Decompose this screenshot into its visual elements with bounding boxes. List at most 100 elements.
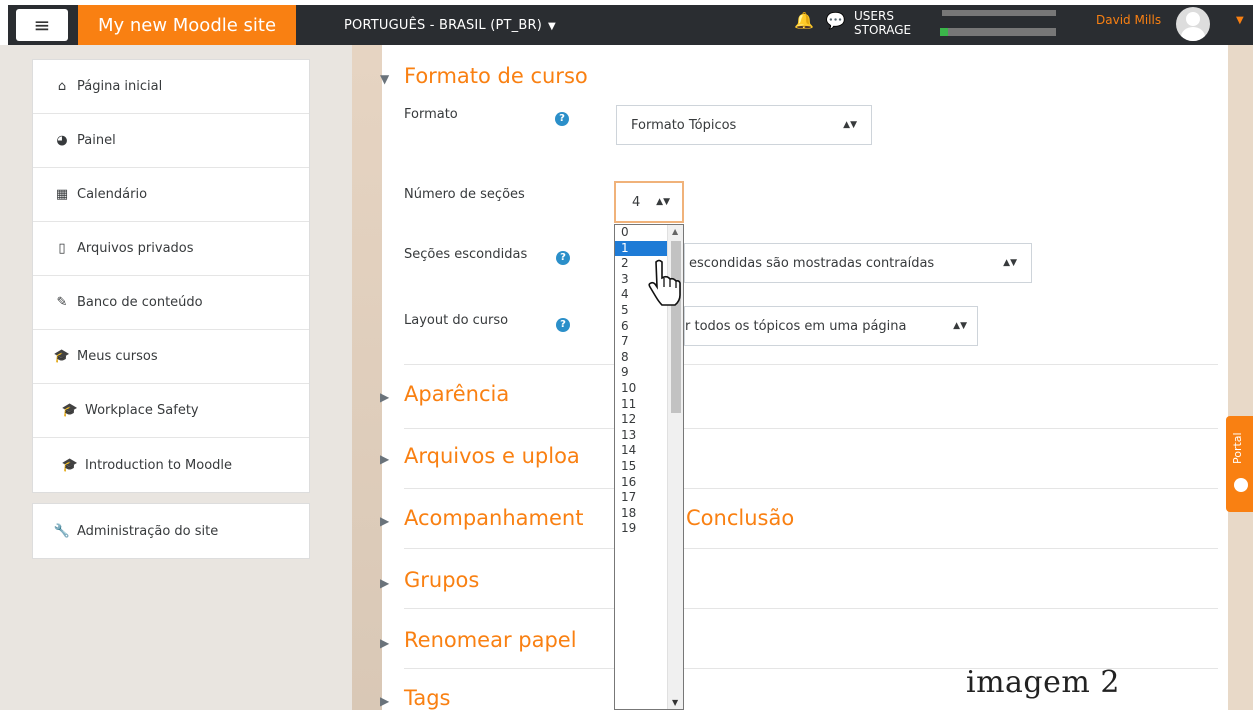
course-layout-select-value: r todos os tópicos em uma página [685, 318, 907, 334]
section-title: Formato de curso [404, 64, 588, 88]
section-rename-roles-toggle[interactable]: ▶ Renomear papel [380, 628, 577, 652]
triangle-right-icon: ▶ [380, 514, 390, 528]
section-completion-toggle[interactable]: ▶ Acompanhament [380, 506, 583, 530]
section-divider [404, 428, 1218, 429]
sidebar-item-label: Meus cursos [77, 349, 158, 364]
section-appearance-toggle[interactable]: ▶ Aparência [380, 382, 509, 406]
sections-select[interactable]: 4 ▲▼ [614, 181, 684, 223]
chat-bubble-icon[interactable]: 💬 [826, 11, 846, 30]
nav-drawer: ⌂ Página inicial ◕ Painel ▦ Calendário ▯ Arq… [32, 59, 310, 559]
scroll-down-icon[interactable]: ▼ [672, 698, 678, 707]
image-caption: imagem 2 [966, 665, 1120, 700]
format-select[interactable]: Formato Tópicos ▲▼ [616, 105, 872, 145]
sidebar-item-home[interactable]: ⌂ Página inicial [33, 60, 309, 114]
format-select-value: Formato Tópicos [631, 117, 737, 133]
file-icon: ▯ [58, 241, 66, 256]
nav-group-main: ⌂ Página inicial ◕ Painel ▦ Calendário ▯ Arq… [32, 59, 310, 493]
select-arrows-icon: ▲▼ [953, 321, 967, 331]
sidebar-item-intro-moodle[interactable]: 🎓 Introduction to Moodle [33, 438, 309, 492]
help-icon[interactable]: ? [555, 112, 569, 126]
hand-cursor-icon [648, 259, 681, 306]
graduation-cap-icon: 🎓 [61, 403, 79, 418]
section-title: Aparência [404, 382, 510, 406]
section-course-format-toggle[interactable]: ▼ Formato de curso [380, 64, 588, 88]
triangle-right-icon: ▶ [380, 390, 390, 404]
sections-label: Número de seções [404, 187, 525, 202]
sidebar-item-label: Administração do site [77, 523, 219, 539]
caret-down-icon: ▼ [547, 20, 556, 32]
nav-icons: 🔔 💬 [794, 11, 846, 30]
triangle-down-icon: ▼ [380, 72, 390, 86]
select-arrows-icon: ▲▼ [1003, 258, 1017, 268]
help-icon[interactable]: ? [556, 251, 570, 265]
top-navbar: ≡ My new Moodle site PORTUGUÊS - BRASIL … [8, 5, 1253, 45]
portal-icon [1234, 478, 1248, 492]
hamburger-icon[interactable]: ≡ [16, 9, 68, 41]
triangle-right-icon: ▶ [380, 452, 390, 466]
section-completion-tail: Conclusão [686, 506, 795, 530]
sidebar-item-private-files[interactable]: ▯ Arquivos privados [33, 222, 309, 276]
sidebar-item-label: Página inicial [77, 79, 163, 94]
scroll-up-icon[interactable]: ▲ [672, 227, 678, 236]
triangle-right-icon: ▶ [380, 636, 390, 650]
users-bar [942, 10, 1056, 16]
site-brand[interactable]: My new Moodle site [78, 5, 296, 45]
section-tags-toggle[interactable]: ▶ Tags [380, 686, 451, 710]
calendar-icon: ▦ [55, 187, 69, 202]
storage-label: STORAGE [854, 23, 912, 37]
help-icon[interactable]: ? [556, 318, 570, 332]
course-layout-select[interactable]: r todos os tópicos em uma página ▲▼ [684, 306, 978, 346]
users-label: USERS [854, 9, 894, 23]
section-title: Tags [404, 686, 451, 710]
graduation-cap-icon: 🎓 [53, 349, 71, 364]
sections-select-value: 4 [632, 194, 641, 210]
triangle-right-icon: ▶ [380, 694, 390, 708]
user-caret-icon[interactable]: ▼ [1236, 15, 1244, 26]
sidebar-item-workplace-safety[interactable]: 🎓 Workplace Safety [33, 384, 309, 438]
triangle-right-icon: ▶ [380, 576, 390, 590]
sidebar-item-label: Introduction to Moodle [85, 457, 233, 473]
sidebar-item-label: Workplace Safety [85, 403, 199, 418]
sidebar-item-label: Arquivos privados [77, 241, 194, 256]
portal-tab[interactable]: Portal [1226, 416, 1253, 512]
section-divider [404, 364, 1218, 365]
sidebar-item-my-courses[interactable]: 🎓 Meus cursos [33, 330, 309, 384]
section-title: Arquivos e uploa [404, 444, 580, 468]
brush-icon: ✎ [56, 295, 68, 310]
language-menu[interactable]: PORTUGUÊS - BRASIL (PT_BR) ▼ [344, 18, 556, 33]
section-files-toggle[interactable]: ▶ Arquivos e uploa [380, 444, 580, 468]
section-groups-toggle[interactable]: ▶ Grupos [380, 568, 479, 592]
select-arrows-icon: ▲▼ [656, 197, 670, 207]
course-layout-label: Layout do curso [404, 313, 509, 328]
sidebar-item-label: Calendário [77, 187, 148, 202]
bell-icon[interactable]: 🔔 [794, 11, 814, 30]
section-divider [404, 488, 1218, 489]
graduation-cap-icon: 🎓 [61, 457, 79, 473]
wrench-icon: 🔧 [53, 523, 71, 539]
storage-indicator: USERS STORAGE [854, 9, 911, 37]
section-title: Grupos [404, 568, 480, 592]
sidebar-item-calendar[interactable]: ▦ Calendário [33, 168, 309, 222]
page-background-right [1228, 45, 1253, 710]
section-title: Renomear papel [404, 628, 577, 652]
hidden-sections-select-value: escondidas são mostradas contraídas [689, 255, 935, 271]
sidebar-item-dashboard[interactable]: ◕ Painel [33, 114, 309, 168]
avatar[interactable] [1176, 7, 1210, 41]
dashboard-icon: ◕ [56, 133, 68, 148]
hidden-sections-select[interactable]: escondidas são mostradas contraídas ▲▼ [684, 243, 1032, 283]
section-title: Acompanhament [404, 506, 584, 530]
hidden-sections-label: Seções escondidas [404, 247, 528, 262]
portal-tab-label: Portal [1231, 432, 1244, 464]
home-icon: ⌂ [57, 79, 67, 94]
format-label: Formato [404, 107, 458, 122]
nav-group-admin: 🔧 Administração do site [32, 503, 310, 559]
user-name[interactable]: David Mills [1096, 13, 1161, 27]
select-arrows-icon: ▲▼ [843, 120, 857, 130]
sidebar-item-content-bank[interactable]: ✎ Banco de conteúdo [33, 276, 309, 330]
sidebar-item-label: Painel [77, 133, 116, 148]
section-divider [404, 548, 1218, 549]
section-divider [404, 608, 1218, 609]
page-background-strip [352, 45, 382, 710]
sidebar-item-site-admin[interactable]: 🔧 Administração do site [33, 504, 309, 558]
sidebar-item-label: Banco de conteúdo [77, 295, 203, 310]
